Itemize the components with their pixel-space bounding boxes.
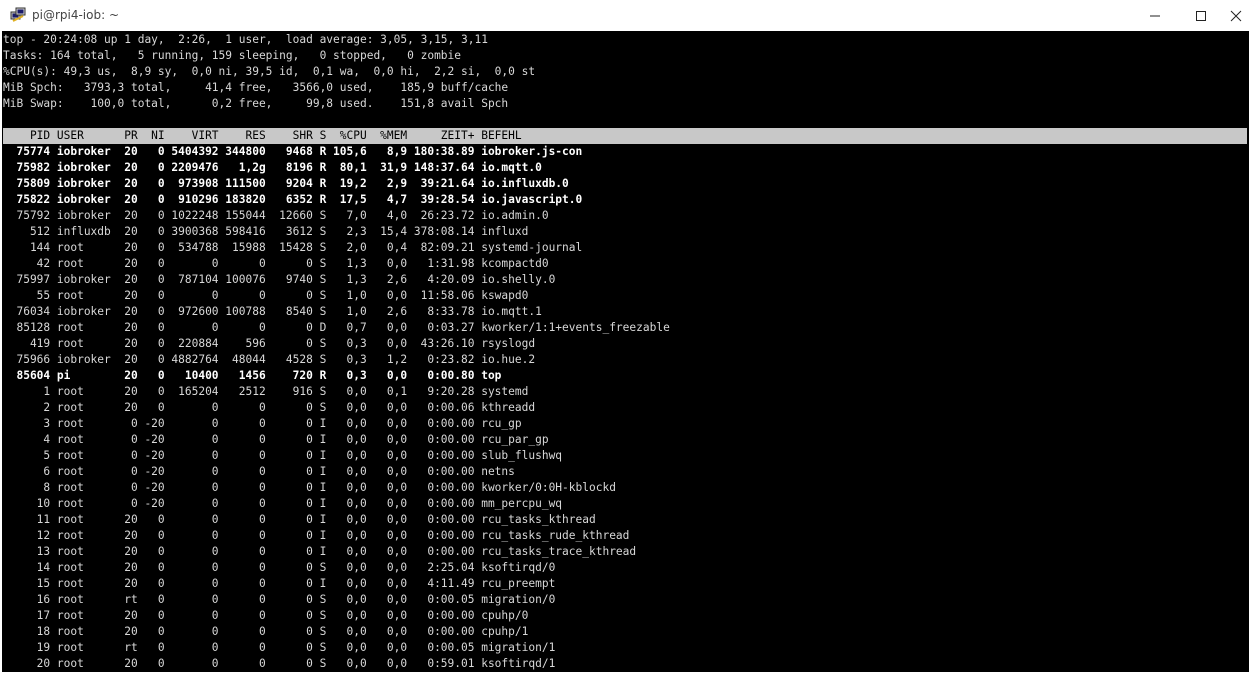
table-row: 13 root 20 0 0 0 0 I 0,0 0,0 0:00.00 rcu… bbox=[3, 545, 637, 558]
table-row: 85128 root 20 0 0 0 0 D 0,7 0,0 0:03.27 … bbox=[3, 321, 670, 334]
process-table-header: PID USER PR NI VIRT RES SHR S %CPU %MEM … bbox=[3, 128, 1247, 144]
table-row: 5 root 0 -20 0 0 0 I 0,0 0,0 0:00.00 slu… bbox=[3, 449, 563, 462]
table-row: 419 root 20 0 220884 596 0 S 0,3 0,0 43:… bbox=[3, 337, 536, 350]
table-row: 75997 iobroker 20 0 787104 100076 9740 S… bbox=[3, 273, 556, 286]
summary-line: %CPU(s): 49,3 us, 8,9 sy, 0,0 ni, 39,5 i… bbox=[3, 65, 536, 78]
minimize-icon bbox=[1150, 15, 1160, 16]
close-icon bbox=[1230, 10, 1241, 21]
table-row: 144 root 20 0 534788 15988 15428 S 2,0 0… bbox=[3, 241, 583, 254]
minimize-button[interactable] bbox=[1132, 0, 1178, 31]
table-row: 42 root 20 0 0 0 0 S 1,3 0,0 1:31.98 kco… bbox=[3, 257, 549, 270]
table-row: 512 influxdb 20 0 3900368 598416 3612 S … bbox=[3, 225, 529, 238]
table-row: 20 root 20 0 0 0 0 S 0,0 0,0 0:59.01 kso… bbox=[3, 657, 556, 670]
table-row: 12 root 20 0 0 0 0 I 0,0 0,0 0:00.00 rcu… bbox=[3, 529, 630, 542]
putty-icon bbox=[10, 7, 26, 22]
close-button[interactable] bbox=[1222, 0, 1249, 31]
summary-line: Tasks: 164 total, 5 running, 159 sleepin… bbox=[3, 49, 462, 62]
terminal-screen[interactable]: top - 20:24:08 up 1 day, 2:26, 1 user, l… bbox=[2, 31, 1249, 672]
table-row: 75822 iobroker 20 0 910296 183820 6352 R… bbox=[3, 193, 583, 206]
window-title: pi@rpi4-iob: ~ bbox=[32, 8, 120, 22]
table-row: 6 root 0 -20 0 0 0 I 0,0 0,0 0:00.00 net… bbox=[3, 465, 515, 478]
table-row: 2 root 20 0 0 0 0 S 0,0 0,0 0:00.06 kthr… bbox=[3, 401, 536, 414]
table-row: 75774 iobroker 20 0 5404392 344800 9468 … bbox=[3, 145, 583, 158]
table-row: 75966 iobroker 20 0 4882764 48044 4528 S… bbox=[3, 353, 536, 366]
table-row: 55 root 20 0 0 0 0 S 1,0 0,0 11:58.06 ks… bbox=[3, 289, 529, 302]
table-row: 16 root rt 0 0 0 0 S 0,0 0,0 0:00.05 mig… bbox=[3, 593, 556, 606]
summary-line: top - 20:24:08 up 1 day, 2:26, 1 user, l… bbox=[3, 33, 488, 46]
maximize-icon bbox=[1196, 10, 1206, 21]
table-row: 10 root 0 -20 0 0 0 I 0,0 0,0 0:00.00 mm… bbox=[3, 497, 563, 510]
table-row: 15 root 20 0 0 0 0 I 0,0 0,0 4:11.49 rcu… bbox=[3, 577, 556, 590]
summary-line: MiB Spch: 3793,3 total, 41,4 free, 3566,… bbox=[3, 81, 509, 94]
table-row: 4 root 0 -20 0 0 0 I 0,0 0,0 0:00.00 rcu… bbox=[3, 433, 549, 446]
table-row: 3 root 0 -20 0 0 0 I 0,0 0,0 0:00.00 rcu… bbox=[3, 417, 522, 430]
table-row: 76034 iobroker 20 0 972600 100788 8540 S… bbox=[3, 305, 542, 318]
table-row: 18 root 20 0 0 0 0 S 0,0 0,0 0:00.00 cpu… bbox=[3, 625, 529, 638]
maximize-button[interactable] bbox=[1178, 0, 1224, 31]
table-row: 8 root 0 -20 0 0 0 I 0,0 0,0 0:00.00 kwo… bbox=[3, 481, 616, 494]
window-titlebar[interactable]: pi@rpi4-iob: ~ bbox=[0, 0, 1249, 31]
table-row: 19 root rt 0 0 0 0 S 0,0 0,0 0:00.05 mig… bbox=[3, 641, 556, 654]
table-row: 85604 pi 20 0 10400 1456 720 R 0,3 0,0 0… bbox=[3, 369, 502, 382]
table-row: 75982 iobroker 20 0 2209476 1,2g 8196 R … bbox=[3, 161, 542, 174]
table-row: 17 root 20 0 0 0 0 S 0,0 0,0 0:00.00 cpu… bbox=[3, 609, 529, 622]
table-row: 14 root 20 0 0 0 0 S 0,0 0,0 2:25.04 kso… bbox=[3, 561, 556, 574]
summary-line: MiB Swap: 100,0 total, 0,2 free, 99,8 us… bbox=[3, 97, 509, 110]
table-row: 11 root 20 0 0 0 0 I 0,0 0,0 0:00.00 rcu… bbox=[3, 513, 596, 526]
table-row: 1 root 20 0 165204 2512 916 S 0,0 0,1 9:… bbox=[3, 385, 529, 398]
table-row: 75809 iobroker 20 0 973908 111500 9204 R… bbox=[3, 177, 569, 190]
table-row: 75792 iobroker 20 0 1022248 155044 12660… bbox=[3, 209, 549, 222]
